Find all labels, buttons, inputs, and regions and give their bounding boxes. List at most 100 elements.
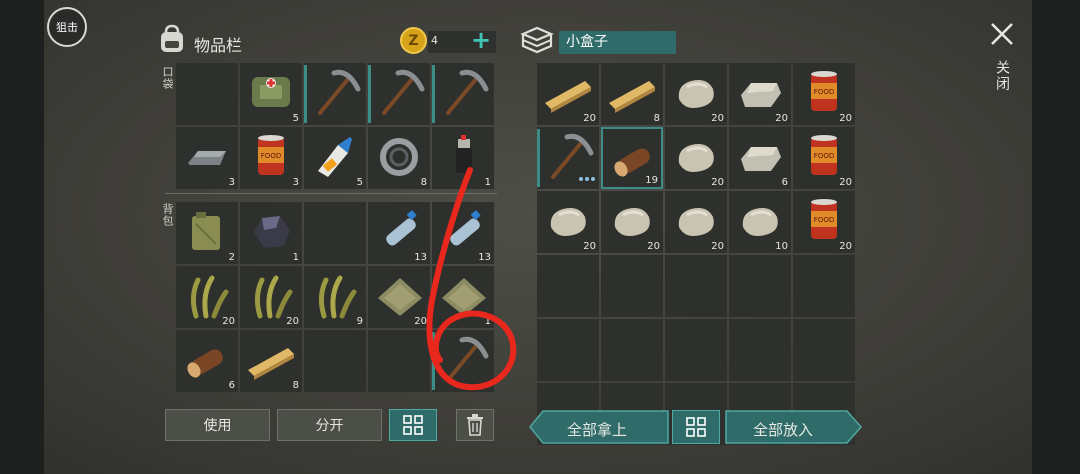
item-count: 1 [484, 177, 491, 188]
item-count: 20 [711, 241, 724, 252]
container-slot[interactable]: 20 [601, 191, 663, 253]
pocket-slot[interactable]: 5 [304, 127, 366, 189]
backpack-slot[interactable] [368, 330, 430, 392]
container-slot[interactable] [601, 255, 663, 317]
container-slot[interactable]: 20 [537, 63, 599, 125]
coin-icon: Z [400, 27, 427, 54]
backpack-slot[interactable]: 13 [368, 202, 430, 264]
svg-text:FOOD: FOOD [814, 88, 834, 96]
section-divider [165, 193, 497, 194]
container-slot[interactable]: FOOD 20 [793, 127, 855, 189]
item-count: 1 [484, 316, 491, 327]
snipe-button[interactable]: 狙击 [47, 7, 87, 47]
item-count: 8 [292, 380, 299, 391]
pocket-label: 口袋 [161, 66, 174, 90]
container-slot[interactable]: FOOD 20 [793, 191, 855, 253]
more-dots-icon [579, 177, 595, 181]
close-label[interactable]: 关闭 [992, 60, 1012, 92]
grid-icon [686, 417, 706, 437]
backpack-slot[interactable]: 13 [432, 202, 494, 264]
backpack-slot[interactable]: 20 [368, 266, 430, 328]
container-slot[interactable] [537, 319, 599, 381]
container-slot[interactable] [793, 319, 855, 381]
svg-text:FOOD: FOOD [814, 152, 834, 160]
backpack-icon [161, 24, 183, 52]
container-slot[interactable] [601, 319, 663, 381]
container-slot[interactable]: 20 [729, 63, 791, 125]
item-count: 20 [839, 241, 852, 252]
container-slot[interactable] [537, 255, 599, 317]
backpack-slot[interactable]: 8 [240, 330, 302, 392]
add-coins-button[interactable]: + [471, 28, 491, 52]
item-count: 20 [711, 113, 724, 124]
pocket-slot[interactable] [304, 63, 366, 125]
inventory-title: 物品栏 [194, 36, 243, 55]
container-slot[interactable] [729, 255, 791, 317]
pocket-slot[interactable]: FOOD 3 [240, 127, 302, 189]
backpack-slot[interactable]: 1 [240, 202, 302, 264]
coin-count: 4 [431, 34, 438, 47]
container-slot[interactable]: 19 [601, 127, 663, 189]
item-count: 20 [711, 177, 724, 188]
item-count: 5 [356, 177, 363, 188]
container-slot[interactable] [729, 319, 791, 381]
box-icon [520, 26, 554, 54]
sort-inventory-button[interactable] [389, 409, 437, 441]
container-slot[interactable]: 20 [665, 191, 727, 253]
backpack-slot[interactable]: 6 [176, 330, 238, 392]
pocket-slot[interactable] [176, 63, 238, 125]
backpack-slot[interactable]: 20 [240, 266, 302, 328]
container-slot[interactable]: 20 [665, 127, 727, 189]
item-count: 20 [414, 316, 427, 327]
backpack-slot[interactable] [304, 202, 366, 264]
item-count: 10 [775, 241, 788, 252]
pocket-slot[interactable] [432, 63, 494, 125]
item-count: 19 [645, 175, 658, 186]
container-slot[interactable] [665, 319, 727, 381]
item-count: 13 [478, 252, 491, 263]
container-slot[interactable]: 6 [729, 127, 791, 189]
close-icon[interactable] [989, 21, 1015, 47]
pickaxe-icon [446, 69, 489, 115]
use-button[interactable]: 使用 [165, 409, 270, 441]
container-slot[interactable] [537, 127, 599, 189]
trash-button[interactable] [456, 409, 494, 441]
item-count: 20 [839, 177, 852, 188]
backpack-slot[interactable]: 20 [176, 266, 238, 328]
put-all-button[interactable] [725, 410, 862, 444]
pocket-slot[interactable]: 8 [368, 127, 430, 189]
item-count: 20 [647, 241, 660, 252]
game-screen: 狙击 物品栏 Z 4 + 小盒子 口袋 背包 5 3 FOOD 3 5 8 1 2 1 13 13… [0, 0, 1080, 474]
pocket-slot[interactable]: 1 [432, 127, 494, 189]
split-button[interactable]: 分开 [277, 409, 382, 441]
item-count: 6 [781, 177, 788, 188]
item-count: 5 [292, 113, 299, 124]
backpack-slot[interactable]: 9 [304, 266, 366, 328]
item-count: 8 [420, 177, 427, 188]
sort-container-button[interactable] [672, 410, 720, 444]
item-count: 20 [839, 113, 852, 124]
backpack-slot[interactable] [432, 330, 494, 392]
pocket-slot[interactable]: 5 [240, 63, 302, 125]
left-bezel [0, 0, 44, 474]
item-count: 3 [228, 177, 235, 188]
svg-text:FOOD: FOOD [814, 216, 834, 224]
container-slot[interactable]: FOOD 20 [793, 63, 855, 125]
backpack-slot[interactable]: 2 [176, 202, 238, 264]
item-count: 20 [583, 241, 596, 252]
container-slot[interactable]: 8 [601, 63, 663, 125]
item-count: 13 [414, 252, 427, 263]
backpack-slot[interactable] [304, 330, 366, 392]
take-all-button[interactable] [529, 410, 669, 444]
item-count: 1 [292, 252, 299, 263]
item-count: 9 [356, 316, 363, 327]
container-slot[interactable] [665, 255, 727, 317]
container-slot[interactable] [793, 255, 855, 317]
container-slot[interactable]: 10 [729, 191, 791, 253]
container-slot[interactable]: 20 [665, 63, 727, 125]
container-slot[interactable]: 20 [537, 191, 599, 253]
pocket-slot[interactable]: 3 [176, 127, 238, 189]
item-count: 2 [228, 252, 235, 263]
pocket-slot[interactable] [368, 63, 430, 125]
backpack-slot[interactable]: 1 [432, 266, 494, 328]
